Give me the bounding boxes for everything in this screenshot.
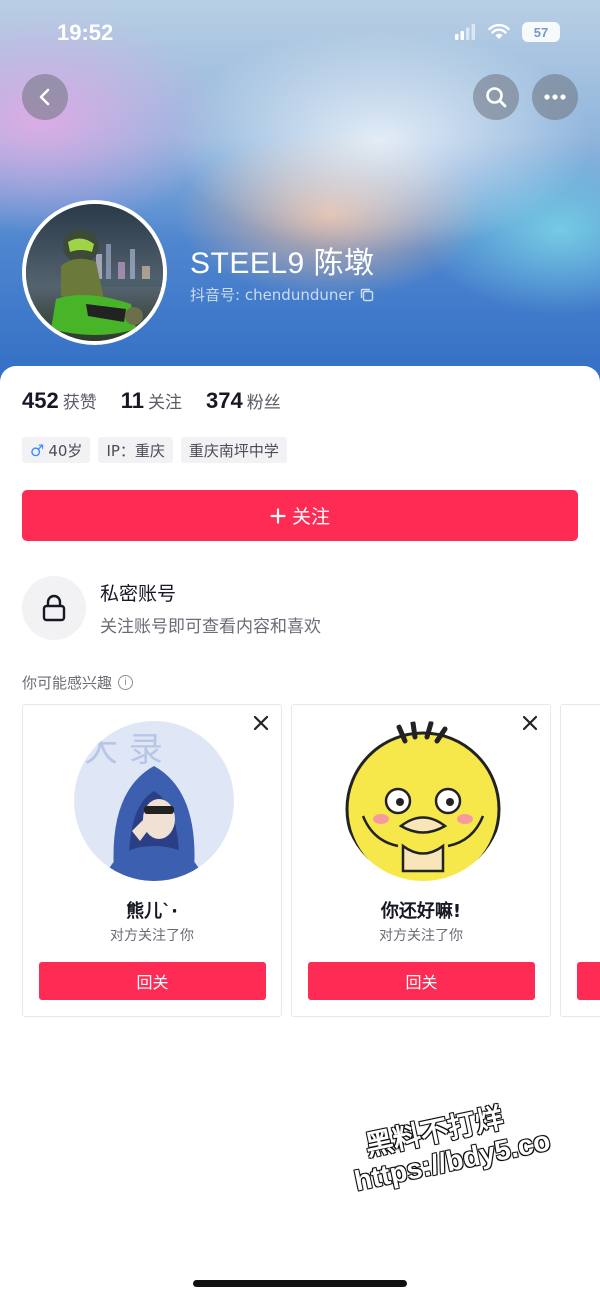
more-icon xyxy=(544,94,566,100)
private-account-notice: 私密账号 关注账号即可查看内容和喜欢 xyxy=(22,576,321,640)
home-indicator[interactable] xyxy=(193,1280,407,1287)
follow-back-button[interactable]: 回关 xyxy=(308,962,535,1000)
tag-gender-age: ♂ 40岁 xyxy=(22,437,91,463)
stat-label: 粉丝 xyxy=(246,393,281,413)
status-icons: 57 xyxy=(454,22,560,42)
stat-label: 关注 xyxy=(147,393,182,413)
douyin-id[interactable]: 抖音号: chendunduner xyxy=(190,284,374,305)
profile-avatar[interactable] xyxy=(22,200,167,345)
follow-button-label: 关注 xyxy=(291,506,330,528)
lock-badge xyxy=(22,576,86,640)
suggestion-subtitle: 对方关注了你 xyxy=(379,928,463,944)
stat-value: 452 xyxy=(22,388,59,413)
suggestion-avatar[interactable]: 大 录 xyxy=(74,721,234,881)
search-button[interactable] xyxy=(473,74,519,120)
stat-followers[interactable]: 374 粉丝 xyxy=(206,388,281,414)
tag-school[interactable]: 重庆南坪中学 xyxy=(180,437,287,463)
profile-header: 19:52 57 STEEL9 陈墩 抖音号: chendunduner xyxy=(0,0,600,400)
search-icon xyxy=(486,87,507,108)
back-icon xyxy=(39,88,50,106)
close-icon[interactable] xyxy=(520,713,540,733)
follow-back-button[interactable]: 回关 xyxy=(39,962,266,1000)
follow-back-button-partial[interactable] xyxy=(577,962,600,1000)
stat-value: 11 xyxy=(120,388,144,413)
back-button[interactable] xyxy=(22,74,68,120)
follow-button[interactable]: 关注 xyxy=(22,490,578,541)
suggestion-card[interactable]: 你还好嘛! 对方关注了你 回关 xyxy=(291,704,551,1017)
lock-icon xyxy=(42,594,66,622)
private-account-text: 私密账号 关注账号即可查看内容和喜欢 xyxy=(100,579,321,637)
info-icon[interactable]: i xyxy=(118,675,134,690)
stat-likes[interactable]: 452 获赞 xyxy=(22,388,97,414)
suggestion-name: 熊儿`· xyxy=(126,901,178,922)
wifi-icon xyxy=(488,24,510,39)
male-icon: ♂ xyxy=(30,440,45,460)
profile-tags: ♂ 40岁 IP：重庆 重庆南坪中学 xyxy=(22,437,287,463)
signal-icon xyxy=(455,24,475,40)
suggestion-avatar[interactable] xyxy=(343,721,503,881)
suggestion-name: 你还好嘛! xyxy=(380,901,462,922)
copy-icon[interactable] xyxy=(360,288,374,302)
tag-ip: IP：重庆 xyxy=(98,437,173,463)
battery-icon: 57 xyxy=(522,22,560,42)
status-time: 19:52 xyxy=(57,20,114,45)
suggestion-card-partial[interactable] xyxy=(560,704,600,1017)
battery-level: 57 xyxy=(533,24,549,40)
suggestions-heading: 你可能感兴趣 i xyxy=(22,672,134,693)
plus-icon xyxy=(270,507,286,524)
private-account-subtitle: 关注账号即可查看内容和喜欢 xyxy=(100,617,321,637)
stat-value: 374 xyxy=(205,388,243,413)
svg-text:大 录: 大 录 xyxy=(84,730,163,770)
stat-following[interactable]: 11 关注 xyxy=(121,388,182,414)
close-icon[interactable] xyxy=(251,713,271,733)
status-bar: 19:52 57 xyxy=(0,0,600,70)
profile-name: STEEL9 陈墩 xyxy=(190,247,375,280)
tag-age: 40岁 xyxy=(48,441,83,460)
suggestion-card[interactable]: 大 录 熊儿`· 对方关注了你 回关 xyxy=(22,704,282,1017)
suggestions-heading-text: 你可能感兴趣 xyxy=(22,674,113,692)
private-account-title: 私密账号 xyxy=(100,583,177,605)
stat-label: 获赞 xyxy=(62,393,97,413)
suggestion-subtitle: 对方关注了你 xyxy=(110,928,194,944)
profile-stats: 452 获赞 11 关注 374 粉丝 xyxy=(22,388,281,414)
more-button[interactable] xyxy=(532,74,578,120)
douyin-id-text: 抖音号: chendunduner xyxy=(190,286,354,304)
